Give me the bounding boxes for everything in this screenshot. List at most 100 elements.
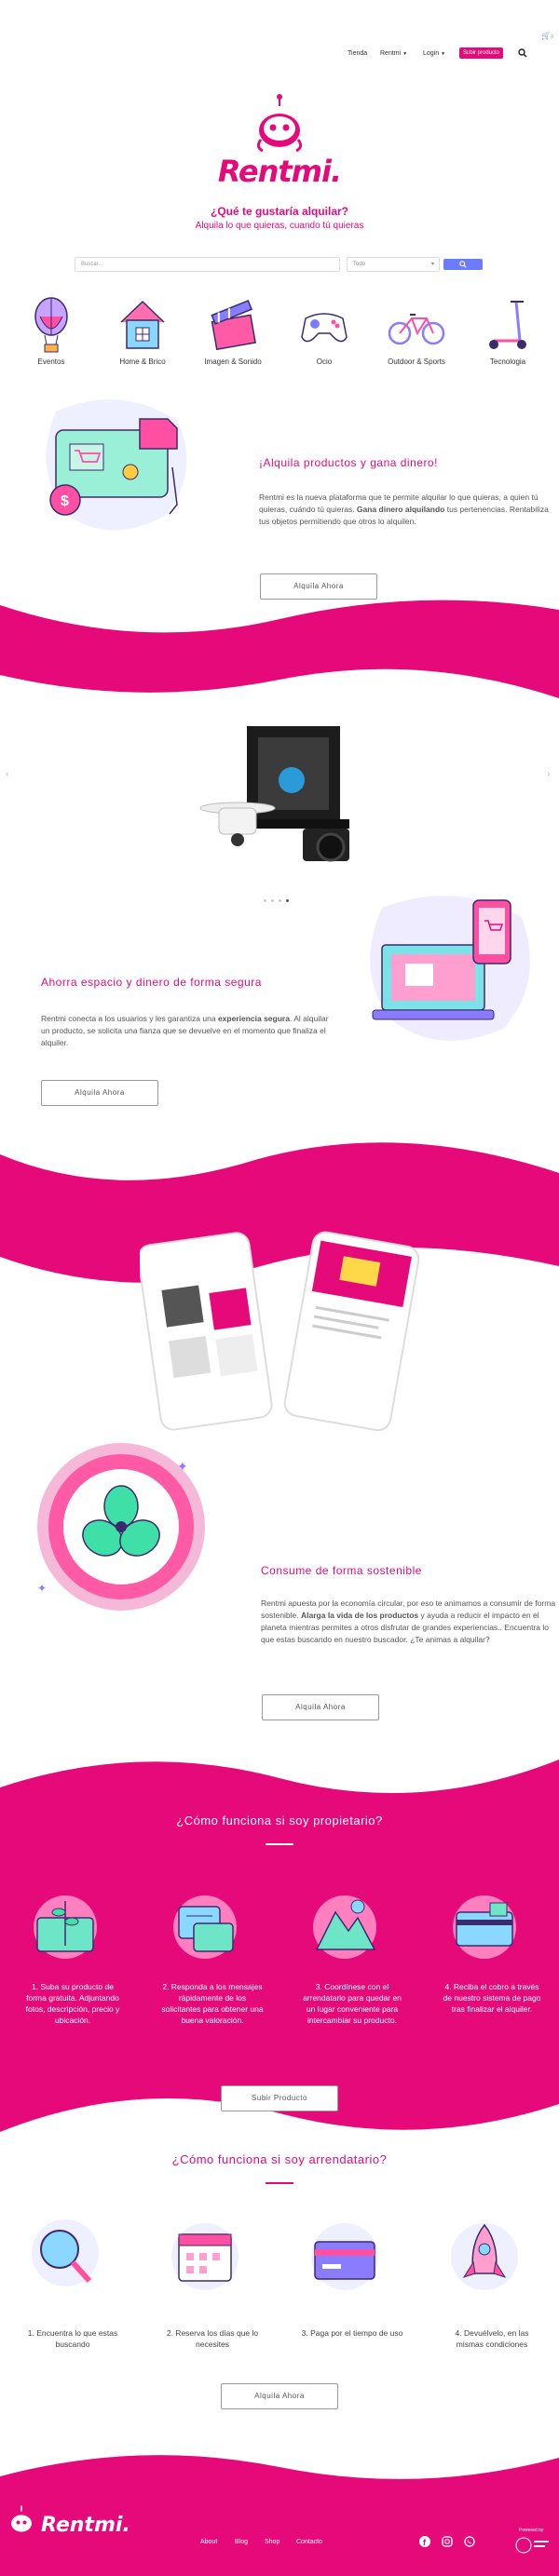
upload-product-label: Subir producto	[459, 47, 504, 59]
slider-dots	[264, 899, 289, 902]
nav-item-rentmi[interactable]: Rentmi ▼	[380, 50, 407, 57]
wallet-illustration: $	[46, 399, 187, 531]
brand-logo-text: Rentmi.	[217, 154, 342, 189]
scooter-icon	[489, 301, 526, 349]
bicycle-icon	[388, 314, 445, 345]
nav-item-login[interactable]: Login ▼	[423, 50, 445, 57]
renter-step-4: 4. Devuélvelo, en las mismas condiciones	[455, 2328, 529, 2349]
powered-by-text: Powered by	[519, 2528, 544, 2533]
house-icon	[120, 300, 165, 349]
mascot-logo	[256, 94, 303, 153]
hero-title: ¿Qué te gustaría alquilar?	[210, 205, 349, 218]
slider-product-image	[199, 726, 349, 862]
category-label: Home & Brico	[119, 357, 166, 366]
owner-divider	[266, 1843, 293, 1845]
owner-step-3: 3. Coordínese con el arrendatario para q…	[303, 1982, 402, 2025]
chevron-down-icon: ▼	[441, 50, 446, 57]
category-home-brico[interactable]: Home & Brico	[101, 296, 184, 366]
category-outdoor-sports[interactable]: Outdoor & Sports	[375, 296, 458, 366]
header-search-button[interactable]	[518, 48, 527, 58]
cart-icon: 🛒	[541, 32, 551, 40]
slider-dot[interactable]	[279, 899, 281, 902]
nav-label: Tienda	[348, 50, 368, 57]
cart-count: 0	[550, 34, 553, 40]
calendar-icon	[171, 2223, 239, 2290]
top-navigation: Tienda Rentmi ▼ Login ▼ Subir producto	[0, 47, 559, 69]
search-icon	[518, 48, 527, 58]
laptop-illustration	[370, 896, 530, 1041]
footer-link-about[interactable]: About	[200, 2539, 217, 2545]
renter-step-1: 1. Encuentra lo que estas buscando	[27, 2328, 118, 2349]
svg-text:✦: ✦	[37, 1582, 47, 1595]
instagram-icon[interactable]	[442, 2536, 453, 2547]
category-row: Eventos Home & Brico Imagen & Sonido Oci…	[0, 296, 559, 371]
search-input[interactable]: Buscar...	[75, 257, 340, 272]
footer-link-blog[interactable]: Blog	[235, 2539, 248, 2545]
section3-title: Consume de forma sostenible	[261, 1564, 422, 1577]
slider-dot-active[interactable]	[286, 899, 289, 902]
chevron-right-icon: ›	[547, 769, 551, 779]
section3-rent-now-button[interactable]: Alquila Ahora	[262, 1694, 379, 1720]
category-tecnologia[interactable]: Tecnologia	[466, 296, 550, 366]
category-eventos[interactable]: Eventos	[9, 296, 93, 366]
category-label: Eventos	[37, 357, 65, 366]
pink-wave-divider	[0, 600, 559, 698]
upload-product-button-secondary[interactable]: Subir Producto	[221, 2085, 338, 2111]
messages-icon	[173, 1895, 237, 1959]
renter-step-3: 3. Paga por el tiempo de uso	[301, 2328, 403, 2338]
upload-product-button[interactable]: Subir producto	[459, 47, 504, 59]
chevron-down-icon: ▾	[430, 262, 434, 267]
nav-label: Login	[423, 50, 440, 57]
nav-item-tienda[interactable]: Tienda	[348, 50, 367, 57]
payment-card-icon	[453, 1895, 516, 1959]
category-label: Outdoor & Sports	[388, 357, 445, 366]
footer-link-shop[interactable]: Shop	[265, 2539, 280, 2545]
developer-logo[interactable]	[515, 2537, 551, 2554]
clapperboard-icon	[211, 299, 256, 351]
search-icon	[459, 261, 467, 268]
slider-dot[interactable]	[264, 899, 266, 902]
renter-step-2: 2. Reserva los días que lo necesites	[166, 2328, 259, 2349]
category-imagen-sonido[interactable]: Imagen & Sonido	[191, 296, 275, 366]
footer-mascot-logo	[11, 2505, 32, 2532]
whatsapp-icon[interactable]	[464, 2536, 475, 2547]
category-select[interactable]: Todo ▾	[347, 257, 440, 272]
facebook-icon[interactable]: f	[419, 2536, 430, 2547]
section2-text: Rentmi conecta a los usuarios y les gara…	[41, 1014, 329, 1047]
slider-prev-button[interactable]: ‹	[6, 769, 8, 779]
category-ocio[interactable]: Ocio	[282, 296, 366, 366]
owner-step-2: 2. Responda a los mensajes rápidamente d…	[161, 1982, 264, 2025]
footer-background	[0, 2455, 559, 2576]
owner-step-1: 1. Suba su producto de forma gratuita. A…	[25, 1982, 120, 2025]
nav-label: Rentmi	[380, 50, 402, 57]
cart-button[interactable]: 🛒0	[541, 32, 553, 40]
app-phones-image	[140, 1231, 419, 1432]
slider-dot[interactable]	[271, 899, 274, 902]
footer-brand: Rentmi.	[41, 2514, 130, 2537]
owner-step-4: 4. Reciba el cobro a través de nuestro s…	[443, 1982, 541, 2014]
section2-title: Ahorra espacio y dinero de forma segura	[41, 976, 262, 989]
social-links: f	[419, 2536, 475, 2547]
chevron-left-icon: ‹	[6, 769, 9, 779]
footer-link-contacto[interactable]: Contacto	[296, 2539, 322, 2545]
search-submit-button[interactable]	[443, 259, 483, 270]
sustainability-illustration: ✦ ✦	[37, 1443, 205, 1611]
hero-subtitle: Alquila lo que quieras, cuando tú quiera…	[195, 221, 364, 231]
category-label: Tecnologia	[489, 357, 526, 366]
category-label: Ocio	[316, 357, 333, 366]
category-select-value: Todo	[353, 262, 366, 267]
section2-rent-now-button[interactable]: Alquila Ahora	[41, 1080, 158, 1106]
slider-next-button[interactable]: ›	[547, 769, 550, 779]
chevron-down-icon: ▼	[402, 50, 408, 57]
magnifier-icon	[32, 2219, 99, 2286]
section3-text: Rentmi apuesta por la economía circular,…	[261, 1598, 556, 1644]
category-label: Imagen & Sonido	[204, 357, 262, 366]
return-rocket-icon	[451, 2223, 518, 2290]
section1-title: ¡Alquila productos y gana dinero!	[259, 456, 438, 469]
gamepad-icon	[301, 313, 348, 343]
section1-text: Rentmi es la nueva plataforma que te per…	[259, 492, 549, 526]
meeting-map-icon	[313, 1895, 376, 1959]
renter-rent-now-button[interactable]: Alquila Ahora	[221, 2383, 338, 2409]
renter-divider	[266, 2182, 293, 2184]
svg-text:✦: ✦	[177, 1460, 188, 1475]
